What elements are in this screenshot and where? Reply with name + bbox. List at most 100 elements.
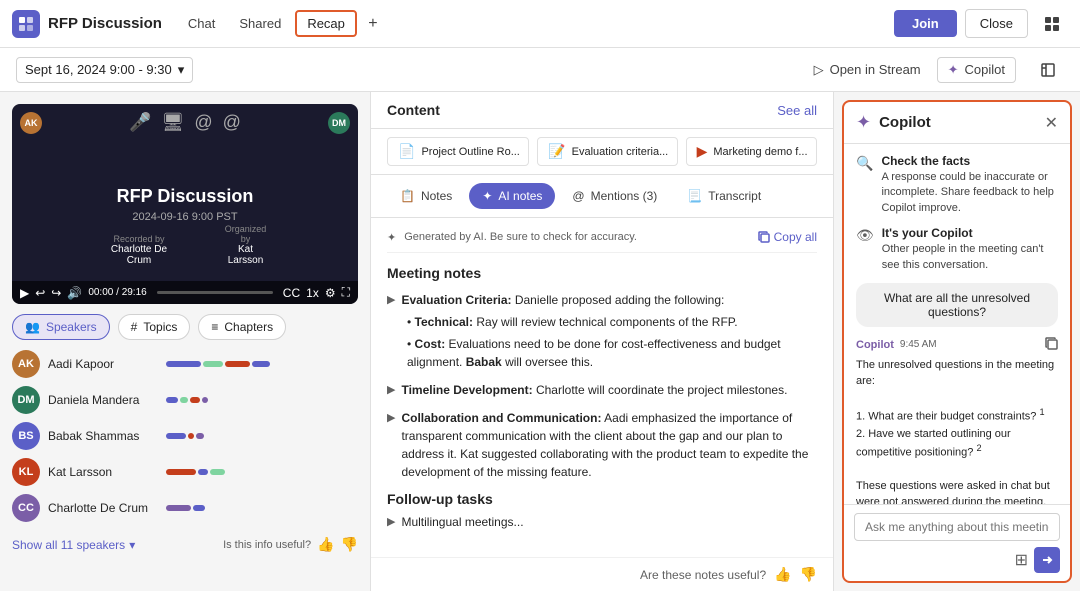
- ai-disclaimer-text: Generated by AI. Be sure to check for ac…: [404, 231, 637, 243]
- topbar-right: Join Close: [894, 8, 1068, 40]
- thumbs-up-button[interactable]: 👍: [317, 536, 334, 553]
- mute-button[interactable]: 🔊: [67, 286, 82, 300]
- note-header[interactable]: ▶ Collaboration and Communication: Aadi …: [387, 409, 817, 481]
- speaker-bars: [166, 469, 358, 475]
- note-text: Evaluation Criteria: Danielle proposed a…: [401, 291, 724, 309]
- ai-disclaimer-icon: ✦: [387, 231, 396, 244]
- mic2-icon: @: [194, 112, 212, 133]
- notes-tabs: 📋 Notes ✦ AI notes @ Mentions (3) 📃 Tran…: [371, 175, 833, 218]
- ppt-icon: 📄: [398, 143, 415, 160]
- people-icon: @: [223, 112, 241, 133]
- sub-note: Cost: Evaluations need to be done for co…: [407, 335, 817, 371]
- thumbs-down-button[interactable]: 👎: [341, 536, 358, 553]
- note-bold: Evaluation Criteria:: [401, 293, 511, 307]
- bar: [188, 433, 194, 439]
- bar: [225, 361, 250, 367]
- tab-notes[interactable]: 📋 Notes: [387, 183, 465, 209]
- open-stream-button[interactable]: ▷ Open in Stream: [814, 62, 921, 78]
- note-header[interactable]: ▶ Timeline Development: Charlotte will c…: [387, 381, 817, 399]
- check-facts-title: Check the facts: [881, 154, 1058, 168]
- info-useful-row: Is this info useful? 👍 👎: [223, 536, 358, 553]
- notes-thumbs-up[interactable]: 👍: [774, 566, 791, 583]
- main-content: RFP Discussion 2024-09-16 9:00 PST Recor…: [0, 92, 1080, 591]
- your-copilot-title: It's your Copilot: [882, 226, 1058, 240]
- stream-icon: ▷: [814, 62, 824, 78]
- copilot-header-icon: ✦: [856, 112, 871, 133]
- avatar: CC: [12, 494, 40, 522]
- file-item[interactable]: 📝 Evaluation criteria...: [537, 137, 677, 166]
- close-button[interactable]: Close: [965, 9, 1028, 38]
- speaker-bars: [166, 361, 358, 367]
- tab-ai-notes[interactable]: ✦ AI notes: [469, 183, 555, 209]
- join-button[interactable]: Join: [894, 10, 957, 37]
- add-tab-button[interactable]: +: [361, 12, 385, 36]
- video-date: 2024-09-16 9:00 PST: [117, 211, 254, 223]
- copy-all-button[interactable]: Copy all: [758, 230, 817, 244]
- see-all-button[interactable]: See all: [777, 103, 817, 118]
- note-item: ▶ Timeline Development: Charlotte will c…: [387, 381, 817, 399]
- copilot-input[interactable]: [854, 513, 1060, 541]
- tab-chat[interactable]: Chat: [178, 12, 225, 35]
- notes-footer: Are these notes useful? 👍 👎: [371, 557, 833, 591]
- note-text: Collaboration and Communication: Aadi em…: [401, 409, 817, 481]
- mentions-label: Mentions (3): [591, 189, 658, 203]
- chevron-icon: ▶: [387, 293, 395, 306]
- date-dropdown[interactable]: Sept 16, 2024 9:00 - 9:30 ▾: [16, 57, 193, 83]
- file-item[interactable]: 📄 Project Outline Ro...: [387, 137, 529, 166]
- follow-up-title: Follow-up tasks: [387, 491, 817, 507]
- eye-icon: 👁: [856, 227, 874, 244]
- ai-notes-label: AI notes: [498, 189, 542, 203]
- bar: [166, 433, 186, 439]
- video-avatar-1: AK: [20, 112, 42, 134]
- bar: [166, 361, 201, 367]
- play-button[interactable]: ▶: [20, 286, 29, 300]
- notes-thumbs-down[interactable]: 👎: [800, 566, 817, 583]
- speaker-name: Kat Larsson: [48, 465, 158, 479]
- bar: [202, 397, 208, 403]
- chapters-tab[interactable]: ≡ Chapters: [198, 314, 286, 340]
- fullscreen-button[interactable]: ⛶: [342, 285, 350, 300]
- list-item: DM Daniela Mandera: [12, 386, 358, 414]
- meeting-notes-title: Meeting notes: [387, 265, 817, 281]
- settings-button[interactable]: ⚙: [325, 286, 336, 300]
- speakers-tab[interactable]: 👥 Speakers: [12, 314, 110, 340]
- copilot-close-button[interactable]: ✕: [1045, 113, 1058, 133]
- tab-recap[interactable]: Recap: [295, 10, 357, 37]
- forward-button[interactable]: ↪: [51, 286, 61, 300]
- topbar: RFP Discussion Chat Shared Recap + Join …: [0, 0, 1080, 48]
- bar: [166, 469, 196, 475]
- note-header[interactable]: ▶ Evaluation Criteria: Danielle proposed…: [387, 291, 817, 309]
- note-header[interactable]: ▶ Multilingual meetings...: [387, 513, 817, 531]
- subheader: Sept 16, 2024 9:00 - 9:30 ▾ ▷ Open in St…: [0, 48, 1080, 92]
- app-icon: [12, 10, 40, 38]
- tab-shared[interactable]: Shared: [229, 12, 291, 35]
- rewind-button[interactable]: ↩: [35, 286, 45, 300]
- speed-button[interactable]: 1x: [306, 286, 319, 300]
- copilot-toggle-button[interactable]: ✦ Copilot: [937, 57, 1016, 83]
- subtitle-button[interactable]: CC: [283, 286, 300, 300]
- send-button[interactable]: [1034, 547, 1060, 573]
- speaker-name: Charlotte De Crum: [48, 501, 158, 515]
- file-item[interactable]: ▶ Marketing demo f...: [686, 137, 817, 166]
- more-options-button[interactable]: [1036, 8, 1068, 40]
- tab-transcript[interactable]: 📃 Transcript: [674, 183, 774, 209]
- copilot-header-title: Copilot: [879, 114, 1037, 131]
- date-range: Sept 16, 2024 9:00 - 9:30: [25, 62, 172, 77]
- video-player: RFP Discussion 2024-09-16 9:00 PST Recor…: [12, 104, 358, 304]
- tab-mentions[interactable]: @ Mentions (3): [559, 183, 670, 209]
- note-text: Timeline Development: Charlotte will coo…: [401, 381, 787, 399]
- open-stream-label: Open in Stream: [830, 62, 921, 77]
- topics-tab[interactable]: # Topics: [118, 314, 191, 340]
- popout-button[interactable]: [1032, 54, 1064, 86]
- video-icon: ▶: [697, 143, 708, 160]
- copilot-body: 🔍 Check the facts A response could be in…: [844, 144, 1070, 504]
- check-facts-desc: A response could be inaccurate or incomp…: [881, 170, 1058, 216]
- note-bold: Collaboration and Communication:: [401, 411, 601, 425]
- grid-action-button[interactable]: ⊞: [1015, 550, 1028, 570]
- ai-disclaimer-row: ✦ Generated by AI. Be sure to check for …: [387, 230, 817, 253]
- chevron-down-icon: ▾: [129, 538, 135, 552]
- show-all-speakers[interactable]: Show all 11 speakers ▾: [12, 538, 135, 552]
- chevron-icon: ▶: [387, 383, 395, 396]
- avatar: DM: [12, 386, 40, 414]
- copy-response-button[interactable]: [1045, 337, 1058, 353]
